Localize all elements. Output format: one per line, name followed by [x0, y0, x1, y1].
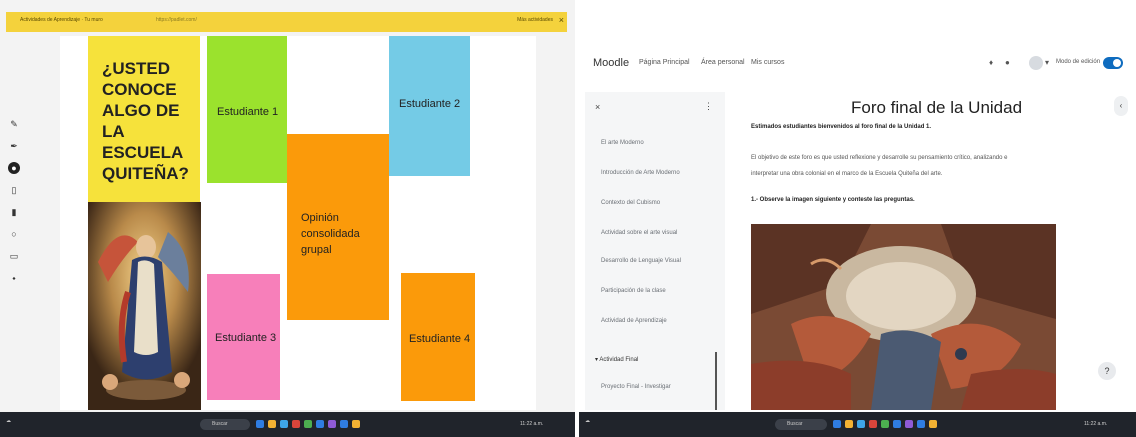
- sidebar-item[interactable]: Participación de la clase: [601, 288, 666, 294]
- screenshot-pair: Actividades de Aprendizaje · Tu muro htt…: [0, 0, 1136, 437]
- moodle-window: Moodle Página Principal Área personal Mi…: [579, 0, 1136, 437]
- app-icon[interactable]: [905, 420, 913, 428]
- edit-mode-toggle[interactable]: [1103, 57, 1123, 69]
- app-icon[interactable]: [256, 420, 264, 428]
- app-icon[interactable]: [316, 420, 324, 428]
- weather-icon[interactable]: ☁: [585, 418, 590, 424]
- note-estudiante-1[interactable]: Estudiante 1: [207, 36, 287, 183]
- taskbar-search[interactable]: Buscar: [775, 419, 827, 430]
- sidebar-item[interactable]: El arte Moderno: [601, 140, 644, 146]
- moodle-logo[interactable]: Moodle: [593, 57, 629, 69]
- more-icon[interactable]: ⋮: [704, 101, 713, 112]
- app-icon[interactable]: [304, 420, 312, 428]
- taskbar-right: ☁ Buscar 11:22 a.m.: [579, 412, 1136, 437]
- app-icon[interactable]: [881, 420, 889, 428]
- close-icon[interactable]: ×: [559, 15, 564, 25]
- chevron-down-icon[interactable]: ▾: [1045, 58, 1049, 67]
- note-estudiante-2[interactable]: Estudiante 2: [389, 36, 470, 176]
- nav-dashboard[interactable]: Área personal: [701, 59, 745, 66]
- scrollbar[interactable]: [715, 352, 717, 410]
- sidebar-item[interactable]: Introducción de Arte Moderno: [601, 170, 680, 176]
- pencil-icon[interactable]: ✎: [8, 118, 20, 130]
- edit-mode-label: Modo de edición: [1056, 59, 1101, 65]
- eraser-icon[interactable]: ▯: [8, 184, 20, 196]
- pin-icon[interactable]: ⬩: [8, 272, 20, 284]
- app-icon[interactable]: [893, 420, 901, 428]
- app-icon[interactable]: [929, 420, 937, 428]
- page-title: Foro final de la Unidad: [851, 98, 1023, 117]
- app-icon[interactable]: [917, 420, 925, 428]
- bell-icon[interactable]: ♦: [989, 58, 993, 67]
- marker-icon[interactable]: ▮: [8, 206, 20, 218]
- moodle-navbar: Moodle Página Principal Área personal Mi…: [579, 48, 1136, 78]
- title-card-text: ¿USTED CONOCE ALGO DE LA ESCUELA QUITEÑA…: [102, 59, 189, 183]
- taskbar-search[interactable]: Buscar: [200, 419, 250, 430]
- sidebar-item[interactable]: Contexto del Cubismo: [601, 200, 660, 206]
- forum-greeting: Estimados estudiantes bienvenidos al for…: [751, 124, 932, 130]
- browser-icon[interactable]: [280, 420, 288, 428]
- folder-icon[interactable]: [268, 420, 276, 428]
- chat-icon[interactable]: ●: [1005, 58, 1010, 67]
- taskbar-left: ☁ Buscar 11:22 a.m.: [0, 412, 575, 437]
- browser-icon[interactable]: [857, 420, 865, 428]
- app-icon[interactable]: [328, 420, 336, 428]
- pen-icon[interactable]: ✒: [8, 140, 20, 152]
- note-estudiante-4[interactable]: Estudiante 4: [401, 273, 475, 401]
- app-icon[interactable]: [352, 420, 360, 428]
- folder-icon[interactable]: [845, 420, 853, 428]
- avatar[interactable]: [1029, 56, 1043, 70]
- colonial-painting-image: [751, 224, 1056, 410]
- sidebar-item[interactable]: Proyecto Final - Investigar: [601, 384, 671, 390]
- app-icon[interactable]: [869, 420, 877, 428]
- sidebar-item[interactable]: Desarrollo de Lenguaje Visual: [601, 258, 681, 264]
- course-index: × ⋮ El arte Moderno Introducción de Arte…: [585, 92, 725, 410]
- forum-intro-line-1: El objetivo de este foro es que usted re…: [751, 155, 1008, 161]
- note-label: Estudiante 2: [399, 98, 461, 110]
- app-icon[interactable]: [292, 420, 300, 428]
- select-icon[interactable]: ●: [8, 162, 20, 174]
- app-icon[interactable]: [833, 420, 841, 428]
- text-icon[interactable]: ▭: [8, 250, 20, 262]
- drawing-toolbar: ✎ ✒ ● ▯ ▮ ○ ▭ ⬩: [8, 118, 22, 318]
- help-icon[interactable]: ?: [1098, 362, 1116, 380]
- note-label: Opinión consolidada grupal: [301, 212, 360, 256]
- padlet-window: Actividades de Aprendizaje · Tu muro htt…: [0, 0, 575, 437]
- banner-link[interactable]: https://padlet.com/: [156, 17, 197, 23]
- note-label: Estudiante 3: [215, 332, 277, 344]
- weather-icon[interactable]: ☁: [6, 418, 11, 424]
- sidebar-section-label: Actividad Final: [599, 357, 639, 363]
- sidebar-item[interactable]: Actividad de Aprendizaje: [601, 318, 667, 324]
- banner-text: Actividades de Aprendizaje · Tu muro: [20, 17, 103, 23]
- padlet-banner: Actividades de Aprendizaje · Tu muro htt…: [6, 12, 567, 32]
- nav-home[interactable]: Página Principal: [639, 59, 690, 66]
- sidebar-section-final[interactable]: ▾ Actividad Final: [595, 356, 638, 363]
- note-opinion-grupal[interactable]: Opinión consolidada grupal: [287, 134, 389, 320]
- block-drawer-icon[interactable]: ‹: [1114, 96, 1128, 116]
- note-estudiante-3[interactable]: Estudiante 3: [207, 274, 280, 400]
- close-icon[interactable]: ×: [595, 102, 600, 112]
- title-card[interactable]: ¿USTED CONOCE ALGO DE LA ESCUELA QUITEÑA…: [88, 36, 200, 204]
- sidebar-item[interactable]: Actividad sobre el arte visual: [601, 230, 677, 236]
- banner-action[interactable]: Más actividades: [517, 17, 553, 23]
- virgin-painting-image: [88, 202, 201, 410]
- nav-my-courses[interactable]: Mis cursos: [751, 59, 784, 66]
- app-icon[interactable]: [340, 420, 348, 428]
- taskbar-clock[interactable]: 11:22 a.m.: [520, 421, 543, 427]
- note-label: Estudiante 4: [409, 333, 471, 345]
- note-label: Estudiante 1: [217, 106, 279, 118]
- taskbar-clock[interactable]: 11:22 a.m.: [1084, 421, 1107, 427]
- circle-icon[interactable]: ○: [8, 228, 20, 240]
- forum-intro-line-2: interpretar una obra colonial en el marc…: [751, 171, 943, 177]
- forum-question: 1.- Observe la imagen siguiente y contes…: [751, 197, 915, 203]
